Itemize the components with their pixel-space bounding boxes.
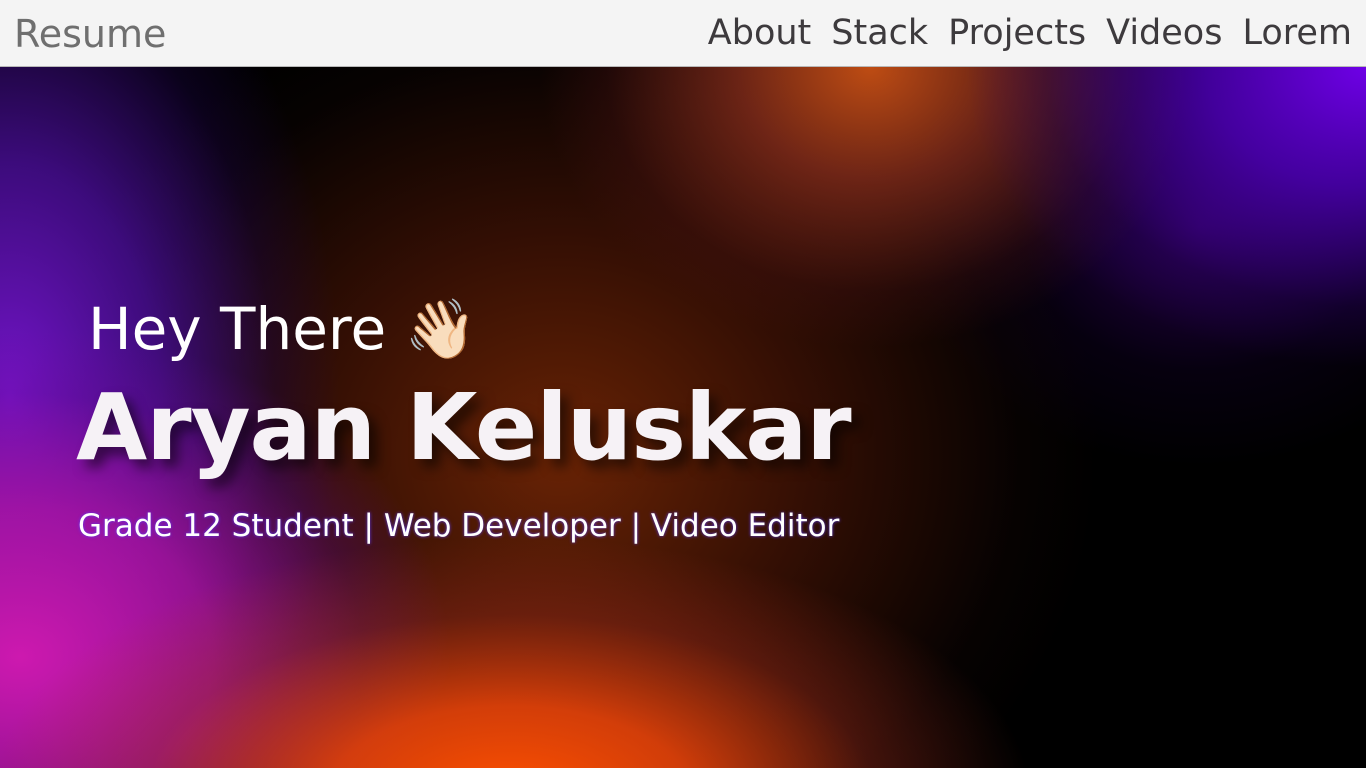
navbar: Resume About Stack Projects Videos Lorem xyxy=(0,0,1366,67)
nav-link-about[interactable]: About xyxy=(708,10,811,56)
hero-subtitle: Grade 12 Student | Web Developer | Video… xyxy=(78,508,840,544)
hero-greeting: Hey There 👋🏻 xyxy=(88,295,477,363)
nav-links: About Stack Projects Videos Lorem xyxy=(708,10,1352,56)
portfolio-page: Resume About Stack Projects Videos Lorem… xyxy=(0,0,1366,768)
hero-section: Hey There 👋🏻 Aryan Keluskar Grade 12 Stu… xyxy=(0,67,1366,768)
nav-link-videos[interactable]: Videos xyxy=(1106,10,1222,56)
nav-link-stack[interactable]: Stack xyxy=(831,10,928,56)
brand-link[interactable]: Resume xyxy=(14,11,166,57)
nav-link-projects[interactable]: Projects xyxy=(948,10,1086,56)
nav-link-lorem[interactable]: Lorem xyxy=(1242,10,1352,56)
hero-name: Aryan Keluskar xyxy=(76,374,852,481)
